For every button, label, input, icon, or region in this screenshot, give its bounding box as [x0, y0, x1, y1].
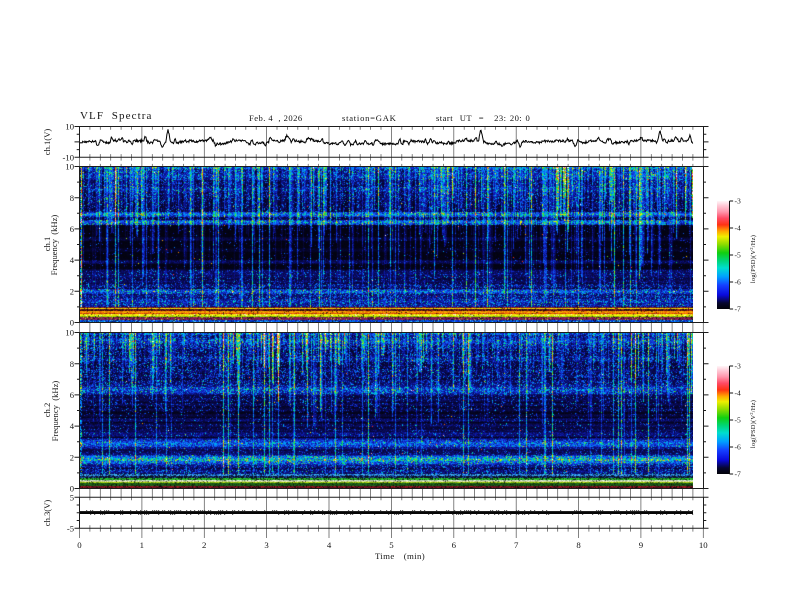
svg-text:-4: -4: [735, 388, 742, 397]
svg-text:8: 8: [70, 359, 74, 369]
svg-text:-6: -6: [735, 442, 742, 451]
svg-text:6: 6: [70, 224, 75, 234]
svg-text:1: 1: [140, 540, 144, 550]
svg-text:-3: -3: [735, 361, 742, 370]
svg-text:2: 2: [70, 286, 74, 296]
svg-text:-7: -7: [735, 469, 742, 478]
svg-text:0: 0: [70, 318, 74, 328]
svg-text:8: 8: [576, 540, 581, 550]
svg-text:-5: -5: [67, 523, 74, 533]
svg-text:-3: -3: [735, 196, 742, 205]
svg-text:6: 6: [70, 390, 75, 400]
svg-text:-6: -6: [735, 277, 742, 286]
svg-text:4: 4: [70, 255, 75, 265]
svg-text:10: 10: [65, 122, 74, 132]
svg-text:-4: -4: [735, 223, 742, 232]
svg-text:5: 5: [70, 492, 74, 502]
svg-text:0: 0: [77, 540, 82, 550]
svg-text:3: 3: [264, 540, 269, 550]
svg-text:-5: -5: [735, 250, 742, 259]
svg-text:2: 2: [202, 540, 206, 550]
svg-text:10: 10: [699, 540, 708, 550]
svg-text:2: 2: [70, 452, 74, 462]
svg-text:-5: -5: [735, 415, 742, 424]
svg-text:10: 10: [65, 328, 74, 338]
svg-text:9: 9: [639, 540, 644, 550]
svg-text:7: 7: [514, 540, 519, 550]
svg-text:6: 6: [452, 540, 457, 550]
svg-text:4: 4: [70, 421, 75, 431]
svg-text:4: 4: [327, 540, 332, 550]
svg-text:10: 10: [65, 162, 74, 172]
svg-text:8: 8: [70, 193, 74, 203]
svg-text:5: 5: [389, 540, 394, 550]
svg-text:-7: -7: [735, 304, 742, 313]
